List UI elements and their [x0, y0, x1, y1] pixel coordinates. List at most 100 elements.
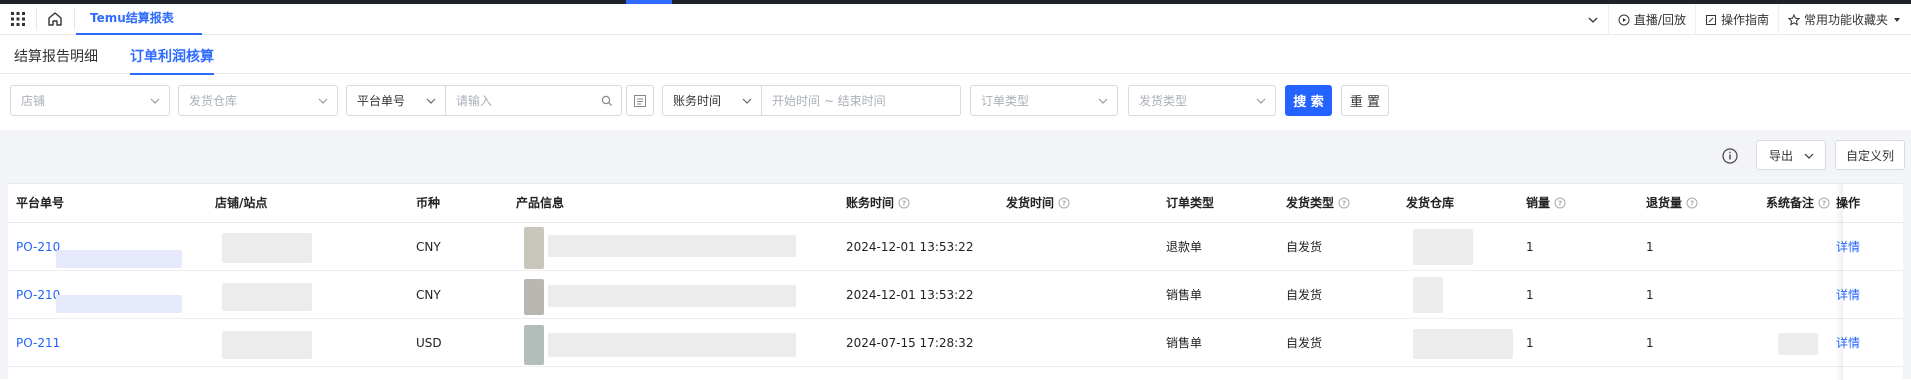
col-header-system-note: 系统备注?: [1766, 184, 1830, 222]
favorites-button[interactable]: 常用功能收藏夹: [1777, 4, 1911, 35]
chevron-down-icon: [150, 98, 160, 104]
col-header-ship-type: 发货类型?: [1286, 184, 1350, 222]
currency-cell: CNY: [416, 240, 441, 254]
live-replay-button[interactable]: 直播/回放: [1607, 4, 1695, 35]
chevron-down-icon: [742, 98, 752, 104]
ship-type-placeholder: 发货类型: [1139, 94, 1188, 108]
order-no-placeholder: 请输入: [456, 94, 493, 108]
svg-text:?: ?: [1062, 200, 1066, 208]
help-icon[interactable]: ?: [1058, 197, 1070, 209]
ship-type-select[interactable]: 发货类型: [1128, 85, 1276, 116]
store-select-placeholder: 店铺: [21, 94, 46, 108]
batch-input-button[interactable]: [626, 85, 654, 116]
home-icon[interactable]: [46, 10, 64, 28]
order-no-link[interactable]: PO-210: [16, 271, 60, 319]
caret-down-icon: [1894, 17, 1900, 22]
custom-columns-button[interactable]: 自定义列: [1835, 140, 1905, 170]
order-type-cell: 销售单: [1166, 336, 1203, 350]
col-header-ship-type-label: 发货类型: [1286, 196, 1335, 210]
col-header-order-type: 订单类型: [1166, 196, 1215, 210]
orders-table: 平台单号 店铺/站点 币种 产品信息 账务时间? 发货时间? 订单类型 发货类型…: [8, 183, 1903, 380]
redacted-cell: [222, 233, 312, 263]
chevron-down-icon: [318, 98, 328, 104]
divider: [74, 8, 75, 30]
svg-text:?: ?: [902, 200, 906, 208]
info-icon[interactable]: [1722, 148, 1738, 164]
subtab-settlement-detail[interactable]: 结算报告明细: [14, 46, 98, 66]
svg-text:?: ?: [1690, 200, 1694, 208]
order-type-cell: 销售单: [1166, 288, 1203, 302]
product-thumbnail: [524, 279, 544, 315]
tab-bar: Temu结算报表 直播/回放 操作指南 常用功能收藏夹: [0, 4, 1911, 35]
qty-cell: 1: [1526, 336, 1534, 350]
tab-temu-settlement-report[interactable]: Temu结算报表: [76, 4, 202, 35]
guide-label: 操作指南: [1720, 13, 1769, 27]
order-type-select[interactable]: 订单类型: [970, 85, 1118, 116]
returns-cell: 1: [1646, 240, 1654, 254]
sub-tabs: 结算报告明细 订单利润核算: [0, 36, 1911, 75]
col-header-qty-label: 销量: [1526, 196, 1551, 210]
table-row: PO-210 CNY 2024-12-01 13:53:22 销售单 自发货 1…: [8, 271, 1903, 319]
ship-type-cell: 自发货: [1286, 240, 1323, 254]
col-header-posting-time-label: 账务时间: [846, 196, 895, 210]
warehouse-select[interactable]: 发货仓库: [178, 85, 338, 116]
ship-type-cell: 自发货: [1286, 288, 1323, 302]
redacted-cell: [56, 295, 182, 313]
col-header-system-note-label: 系统备注: [1766, 196, 1815, 210]
table-row: PO-211 USD 2024-07-15 17:28:32 销售单 自发货 1…: [8, 319, 1903, 367]
redacted-cell: [548, 235, 796, 257]
export-button[interactable]: 导出: [1756, 140, 1826, 170]
posting-time-cell: 2024-07-15 17:28:32: [846, 336, 974, 350]
reset-button[interactable]: 重 置: [1341, 85, 1389, 116]
qty-cell: 1: [1526, 240, 1534, 254]
order-type-cell: 退款单: [1166, 240, 1203, 254]
redacted-cell: [56, 250, 182, 268]
tabs-dropdown-button[interactable]: [1578, 4, 1608, 35]
ship-type-cell: 自发货: [1286, 336, 1323, 350]
order-no-type-select[interactable]: 平台单号: [346, 85, 446, 116]
redacted-cell: [1413, 329, 1513, 359]
guide-button[interactable]: 操作指南: [1694, 4, 1778, 35]
currency-cell: CNY: [416, 288, 441, 302]
posting-time-cell: 2024-12-01 13:53:22: [846, 240, 974, 254]
col-header-qty: 销量?: [1526, 184, 1566, 222]
col-header-store: 店铺/站点: [215, 196, 268, 210]
batch-input-icon: [634, 94, 646, 107]
date-range-input[interactable]: 开始时间 ~ 结束时间: [761, 85, 961, 116]
time-type-select[interactable]: 账务时间: [662, 85, 762, 116]
order-no-link[interactable]: PO-210: [16, 223, 60, 271]
help-icon[interactable]: ?: [1554, 197, 1566, 209]
subtab-order-profit[interactable]: 订单利润核算: [130, 46, 214, 75]
col-header-returns-label: 退货量: [1646, 196, 1683, 210]
col-header-ship-time: 发货时间?: [1006, 184, 1070, 222]
help-icon[interactable]: ?: [898, 197, 910, 209]
app-grid-icon[interactable]: [9, 10, 27, 28]
redacted-cell: [1413, 277, 1443, 313]
order-type-placeholder: 订单类型: [981, 94, 1030, 108]
search-button[interactable]: 搜 索: [1285, 85, 1332, 116]
help-icon[interactable]: ?: [1338, 197, 1350, 209]
search-icon[interactable]: [601, 95, 613, 107]
product-thumbnail: [524, 227, 544, 269]
posting-time-cell: 2024-12-01 13:53:22: [846, 288, 974, 302]
col-header-currency: 币种: [416, 196, 441, 210]
help-icon[interactable]: ?: [1686, 197, 1698, 209]
store-select[interactable]: 店铺: [10, 85, 170, 116]
order-no-input[interactable]: 请输入: [445, 85, 622, 116]
fixed-column-shadow: [1835, 184, 1843, 380]
date-range-placeholder: 开始时间 ~ 结束时间: [772, 94, 886, 108]
chevron-down-icon: [426, 98, 436, 104]
star-icon: [1787, 13, 1800, 26]
redacted-cell: [548, 285, 796, 307]
col-header-ship-time-label: 发货时间: [1006, 196, 1055, 210]
redacted-cell: [1778, 333, 1818, 355]
divider: [36, 8, 37, 30]
chevron-down-icon: [1804, 153, 1814, 159]
order-no-link[interactable]: PO-211: [16, 319, 60, 367]
redacted-cell: [548, 333, 796, 357]
order-no-type-label: 平台单号: [357, 94, 406, 108]
qty-cell: 1: [1526, 288, 1534, 302]
help-icon[interactable]: ?: [1818, 197, 1830, 209]
edit-doc-icon: [1705, 14, 1716, 25]
svg-text:?: ?: [1822, 200, 1826, 208]
